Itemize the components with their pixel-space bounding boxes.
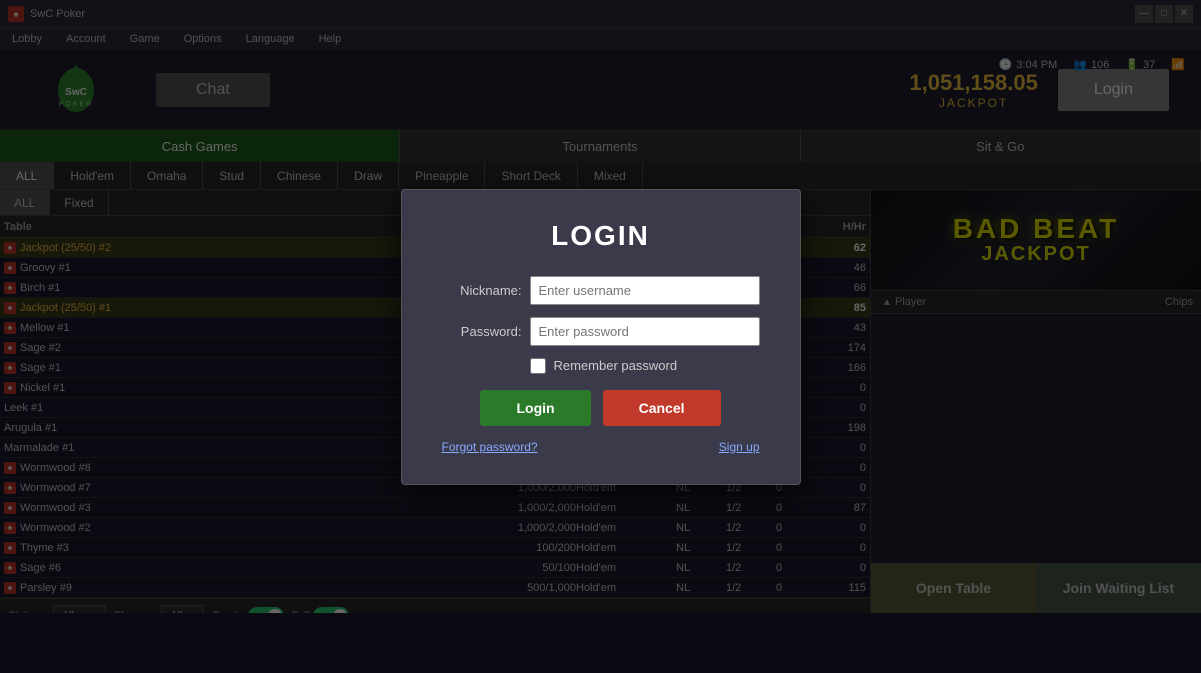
- password-label: Password:: [442, 324, 522, 339]
- login-title: LOGIN: [442, 220, 760, 252]
- modal-buttons: Login Cancel: [442, 390, 760, 426]
- nickname-label: Nickname:: [442, 283, 522, 298]
- modal-cancel-button[interactable]: Cancel: [603, 390, 721, 426]
- nickname-row: Nickname:: [442, 276, 760, 305]
- remember-row: Remember password: [530, 358, 760, 374]
- remember-label: Remember password: [554, 358, 678, 373]
- password-input[interactable]: [530, 317, 760, 346]
- login-modal: LOGIN Nickname: Password: Remember passw…: [401, 189, 801, 485]
- nickname-input[interactable]: [530, 276, 760, 305]
- modal-overlay: LOGIN Nickname: Password: Remember passw…: [0, 0, 1201, 673]
- remember-checkbox[interactable]: [530, 358, 546, 374]
- modal-links: Forgot password? Sign up: [442, 440, 760, 454]
- forgot-password-link[interactable]: Forgot password?: [442, 440, 538, 454]
- password-row: Password:: [442, 317, 760, 346]
- signup-link[interactable]: Sign up: [719, 440, 760, 454]
- modal-login-button[interactable]: Login: [480, 390, 590, 426]
